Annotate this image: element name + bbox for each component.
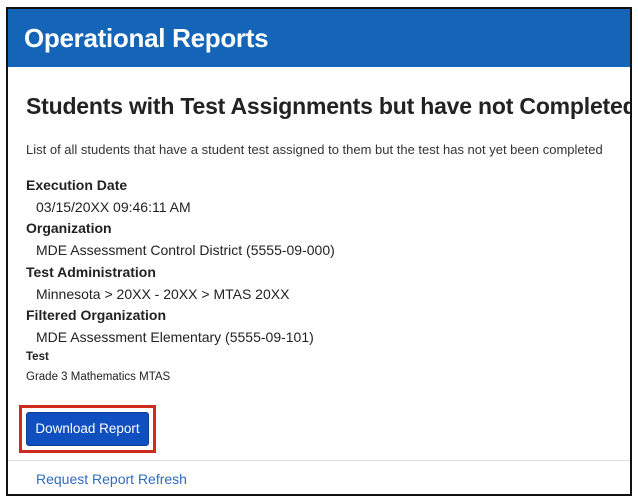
- filtered-organization-label: Filtered Organization: [26, 307, 167, 323]
- report-panel: Operational Reports Students with Test A…: [6, 7, 632, 496]
- panel-header: Operational Reports: [8, 9, 630, 67]
- execution-date-value: 03/15/20XX 09:46:11 AM: [36, 199, 191, 215]
- organization-label: Organization: [26, 220, 112, 236]
- test-label: Test: [26, 351, 49, 363]
- download-report-button[interactable]: Download Report: [26, 412, 149, 446]
- request-report-refresh-link[interactable]: Request Report Refresh: [36, 471, 187, 487]
- test-administration-value: Minnesota > 20XX - 20XX > MTAS 20XX: [36, 286, 290, 302]
- filtered-organization-value: MDE Assessment Elementary (5555-09-101): [36, 329, 314, 345]
- test-administration-label: Test Administration: [26, 264, 156, 280]
- organization-value: MDE Assessment Control District (5555-09…: [36, 242, 335, 258]
- report-title: Students with Test Assignments but have …: [26, 93, 632, 119]
- report-description: List of all students that have a student…: [26, 142, 603, 157]
- section-divider: [8, 460, 630, 461]
- test-value: Grade 3 Mathematics MTAS: [26, 371, 171, 383]
- execution-date-label: Execution Date: [26, 177, 128, 193]
